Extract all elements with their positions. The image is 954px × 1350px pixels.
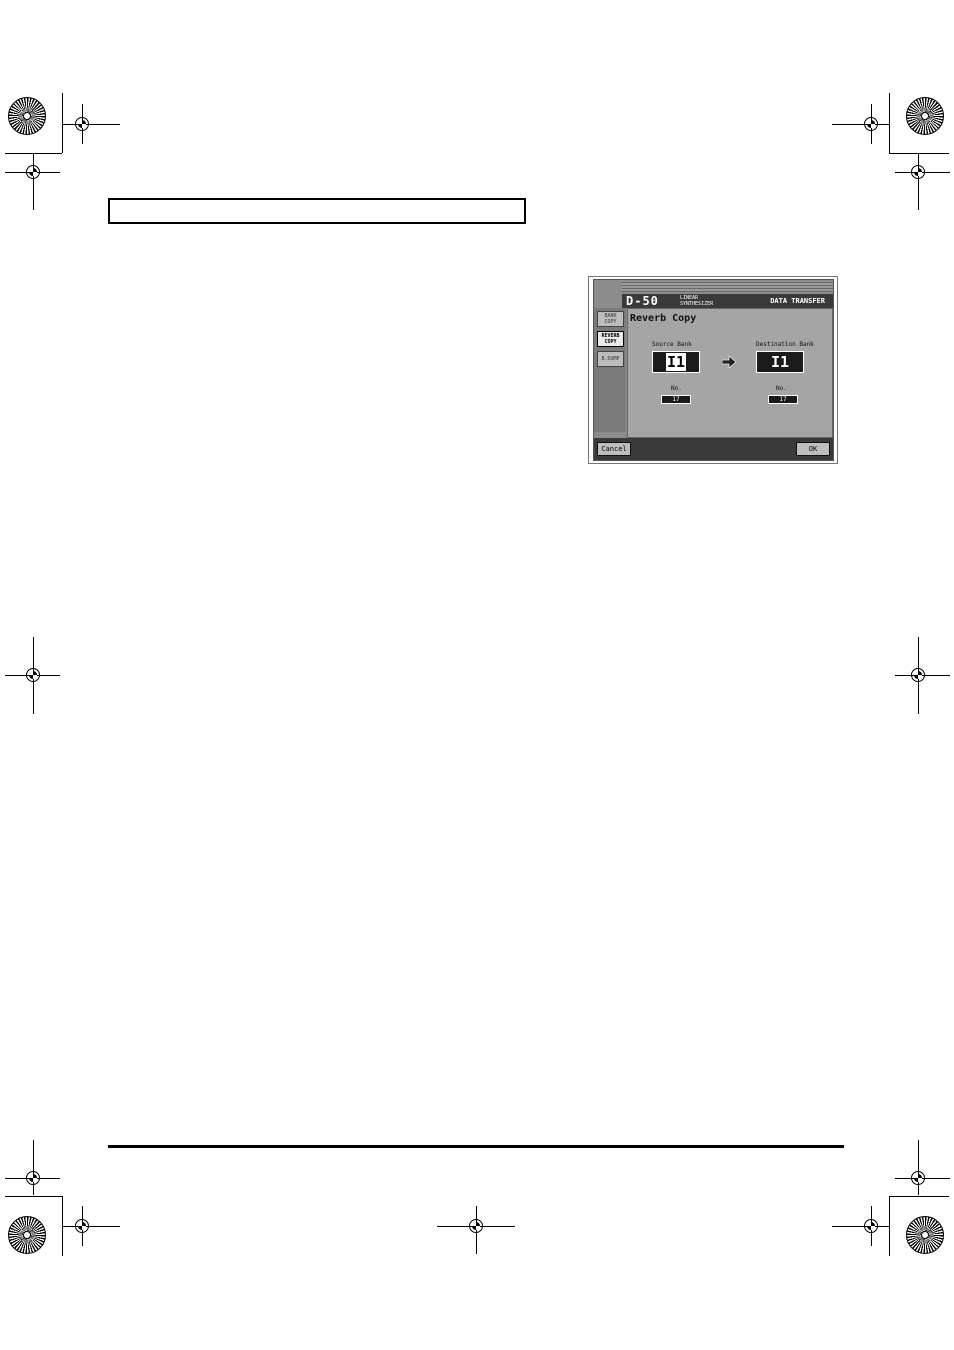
crop-line: [832, 1226, 889, 1227]
bottom-bar: Cancel OK: [594, 438, 833, 460]
top-stripe: [622, 282, 833, 292]
crop-line: [889, 153, 949, 154]
destination-bank-field[interactable]: I1: [756, 351, 804, 373]
crop-line: [918, 153, 919, 210]
source-bank-label: Source Bank: [652, 341, 692, 348]
device-screen: D-50 LINEAR SYNTHESIZER DATA TRANSFER BA…: [588, 276, 838, 464]
panel-title: Reverb Copy: [630, 313, 697, 324]
footer-rule: [108, 1145, 844, 1148]
crop-line: [62, 93, 63, 153]
page-header-box: [108, 198, 526, 224]
destination-number-field[interactable]: 17: [768, 395, 798, 404]
ok-button[interactable]: OK: [796, 442, 830, 456]
registration-target-icon: [864, 117, 878, 131]
source-bank-field[interactable]: I1: [652, 351, 700, 373]
tab-reverb-copy[interactable]: REVERB COPY: [597, 331, 624, 347]
crop-line: [832, 124, 889, 125]
logo: D-50: [626, 294, 659, 308]
crop-line: [918, 1140, 919, 1195]
registration-target-icon: [26, 165, 40, 179]
tab-label: B.DUMP: [601, 356, 620, 362]
tab-bank-copy[interactable]: BANK COPY: [597, 311, 624, 327]
destination-no-label: No.: [776, 385, 787, 392]
registration-star-icon: [906, 97, 944, 135]
tab-label: COPY: [604, 319, 617, 325]
crop-line: [5, 1196, 62, 1197]
source-number-field[interactable]: 17: [661, 395, 691, 404]
registration-target-icon: [75, 1219, 89, 1233]
registration-target-icon: [911, 668, 925, 682]
registration-target-icon: [911, 165, 925, 179]
registration-target-icon: [864, 1219, 878, 1233]
destination-bank-label: Destination Bank: [756, 341, 814, 348]
arrow-right-icon: [722, 356, 736, 368]
screen-frame: D-50 LINEAR SYNTHESIZER DATA TRANSFER BA…: [593, 279, 834, 461]
tab-b-dump[interactable]: B.DUMP: [597, 351, 624, 367]
title-bar: D-50 LINEAR SYNTHESIZER DATA TRANSFER: [622, 294, 833, 308]
mode-title: DATA TRANSFER: [770, 297, 825, 305]
logo-subtitle: LINEAR SYNTHESIZER: [680, 295, 713, 307]
crop-line: [33, 153, 34, 210]
registration-target-icon: [911, 1171, 925, 1185]
crop-line: [33, 1140, 34, 1195]
registration-target-icon: [75, 117, 89, 131]
registration-target-icon: [469, 1219, 483, 1233]
registration-star-icon: [906, 1216, 944, 1254]
crop-line: [889, 1196, 890, 1256]
logo-subtitle-line2: SYNTHESIZER: [680, 301, 714, 307]
registration-target-icon: [26, 668, 40, 682]
crop-line: [62, 124, 120, 125]
registration-star-icon: [8, 97, 46, 135]
source-no-label: No.: [671, 385, 682, 392]
crop-line: [889, 1196, 949, 1197]
registration-star-icon: [8, 1216, 46, 1254]
tab-label: COPY: [604, 339, 617, 345]
crop-line: [889, 93, 890, 153]
crop-line: [62, 1226, 120, 1227]
cancel-button[interactable]: Cancel: [597, 442, 631, 456]
side-tab-column: BANK COPY REVERB COPY B.DUMP: [594, 308, 626, 432]
registration-target-icon: [26, 1171, 40, 1185]
destination-bank-value: I1: [770, 353, 790, 371]
source-bank-value: I1: [665, 353, 687, 371]
reverb-copy-panel: Reverb Copy Source Bank Destination Bank…: [627, 308, 833, 438]
